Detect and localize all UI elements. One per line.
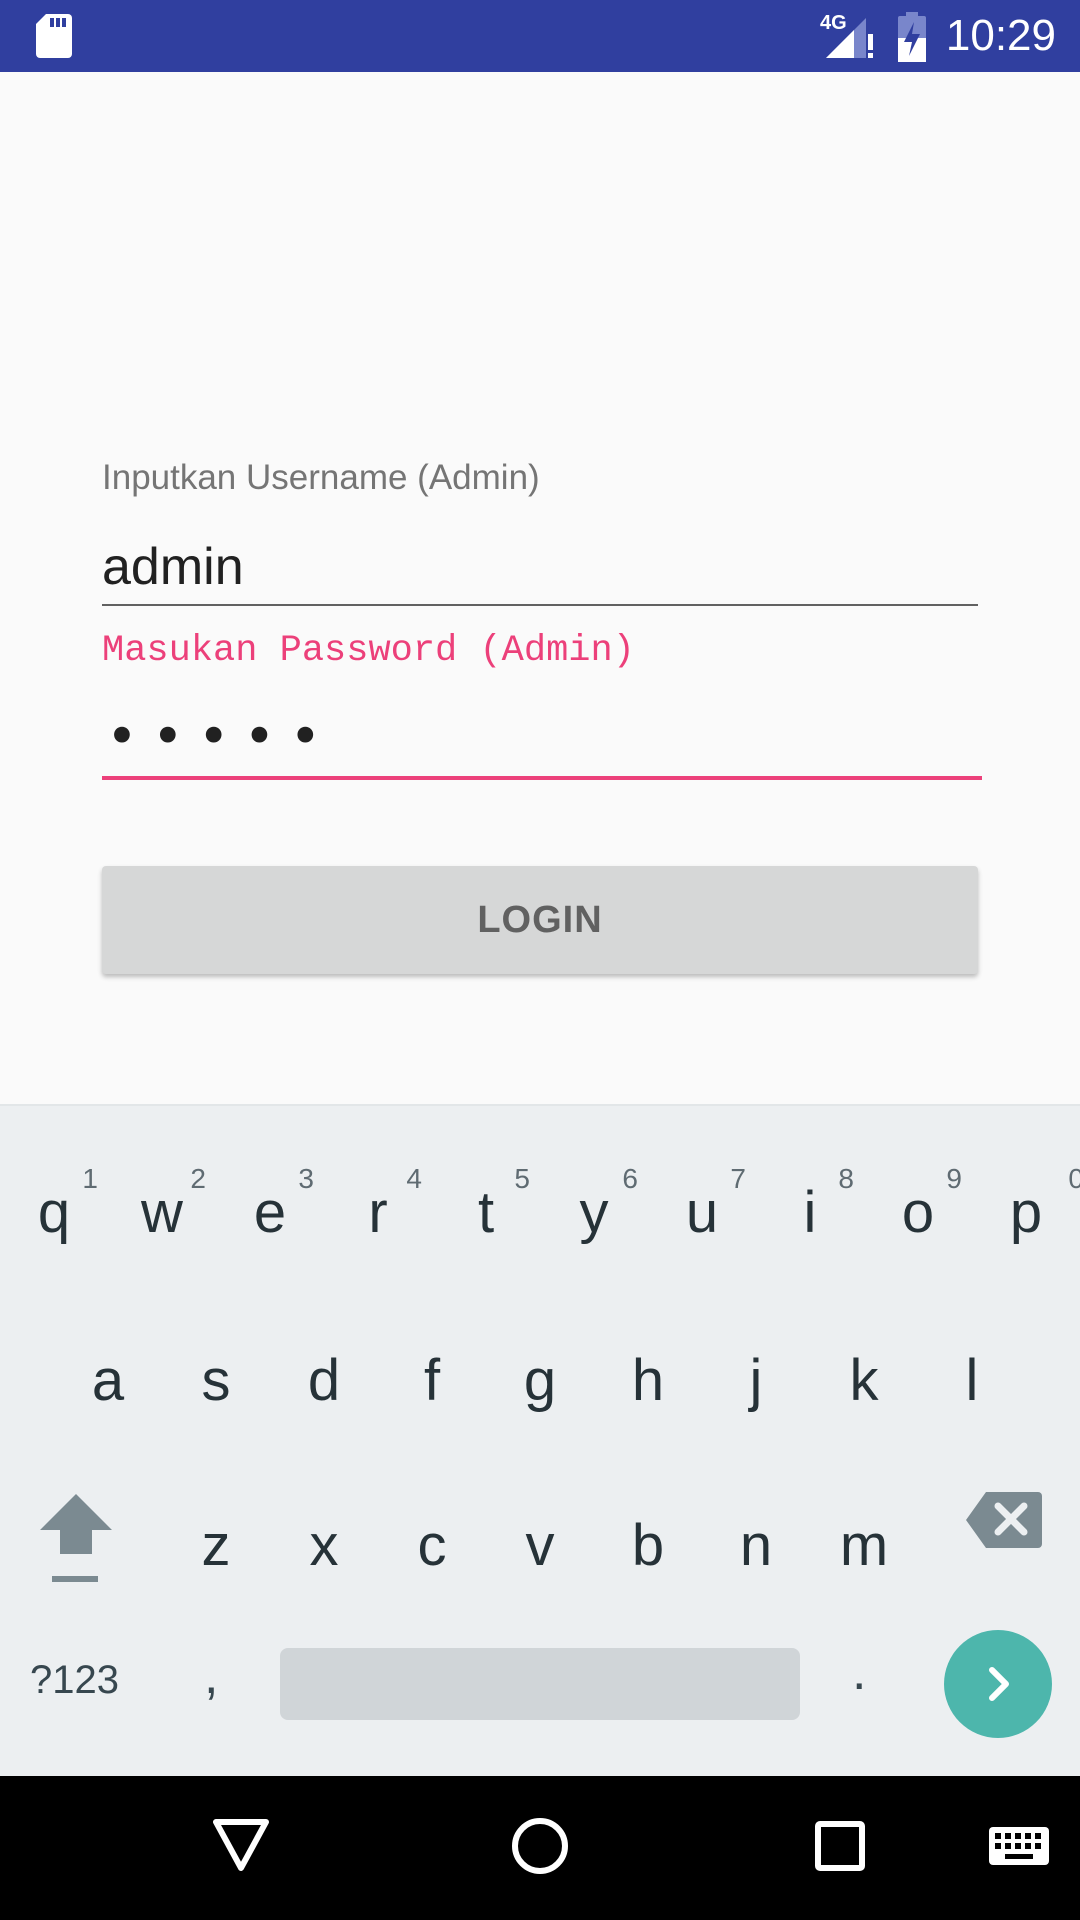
password-input[interactable] xyxy=(102,696,982,780)
key-l[interactable]: l xyxy=(918,1346,1026,1456)
recents-icon[interactable] xyxy=(814,1820,866,1872)
key-m[interactable]: m xyxy=(810,1511,918,1621)
battery-charging-icon xyxy=(898,12,926,62)
key-h[interactable]: h xyxy=(594,1346,702,1456)
comma-key[interactable]: , xyxy=(204,1646,218,1706)
key-r[interactable]: r4 xyxy=(324,1164,432,1288)
key-e[interactable]: e3 xyxy=(216,1164,324,1288)
key-g[interactable]: g xyxy=(486,1346,594,1456)
key-p[interactable]: p0 xyxy=(972,1164,1080,1288)
key-s[interactable]: s xyxy=(162,1346,270,1456)
password-label: Masukan Password (Admin) xyxy=(102,630,635,672)
key-a[interactable]: a xyxy=(54,1346,162,1456)
key-x[interactable]: x xyxy=(270,1511,378,1621)
space-bar[interactable] xyxy=(280,1648,800,1720)
key-b[interactable]: b xyxy=(594,1511,702,1621)
home-icon[interactable] xyxy=(510,1816,570,1876)
symbols-key[interactable]: ?123 xyxy=(30,1658,119,1703)
key-d[interactable]: d xyxy=(270,1346,378,1456)
login-button[interactable]: LOGIN xyxy=(102,866,978,974)
back-icon[interactable] xyxy=(212,1816,270,1872)
key-o[interactable]: o9 xyxy=(864,1164,972,1288)
key-z[interactable]: z xyxy=(162,1511,270,1621)
status-bar: 4G 10:29 xyxy=(0,0,1080,72)
clock: 10:29 xyxy=(945,11,1056,60)
key-y[interactable]: y6 xyxy=(540,1164,648,1288)
key-q[interactable]: q1 xyxy=(0,1164,108,1288)
shift-icon[interactable] xyxy=(36,1486,116,1586)
keyboard-icon[interactable] xyxy=(988,1826,1050,1872)
chevron-right-icon xyxy=(989,1667,1009,1701)
key-v[interactable]: v xyxy=(486,1511,594,1621)
key-u[interactable]: u7 xyxy=(648,1164,756,1288)
key-j[interactable]: j xyxy=(702,1346,810,1456)
period-key[interactable]: . xyxy=(852,1642,866,1702)
key-i[interactable]: i8 xyxy=(756,1164,864,1288)
key-f[interactable]: f xyxy=(378,1346,486,1456)
navigation-bar xyxy=(0,1776,1080,1920)
key-w[interactable]: w2 xyxy=(108,1164,216,1288)
key-t[interactable]: t5 xyxy=(432,1164,540,1288)
soft-keyboard: q1 w2 e3 r4 t5 y6 u7 i8 o9 p0 a s d f g … xyxy=(0,1104,1080,1778)
key-k[interactable]: k xyxy=(810,1346,918,1456)
backspace-icon[interactable] xyxy=(966,1490,1042,1550)
sd-card-icon xyxy=(36,14,72,58)
key-c[interactable]: c xyxy=(378,1511,486,1621)
go-button[interactable] xyxy=(944,1630,1052,1738)
username-label: Inputkan Username (Admin) xyxy=(102,458,540,497)
signal-icon xyxy=(826,18,873,58)
username-input[interactable] xyxy=(102,530,978,606)
key-n[interactable]: n xyxy=(702,1511,810,1621)
